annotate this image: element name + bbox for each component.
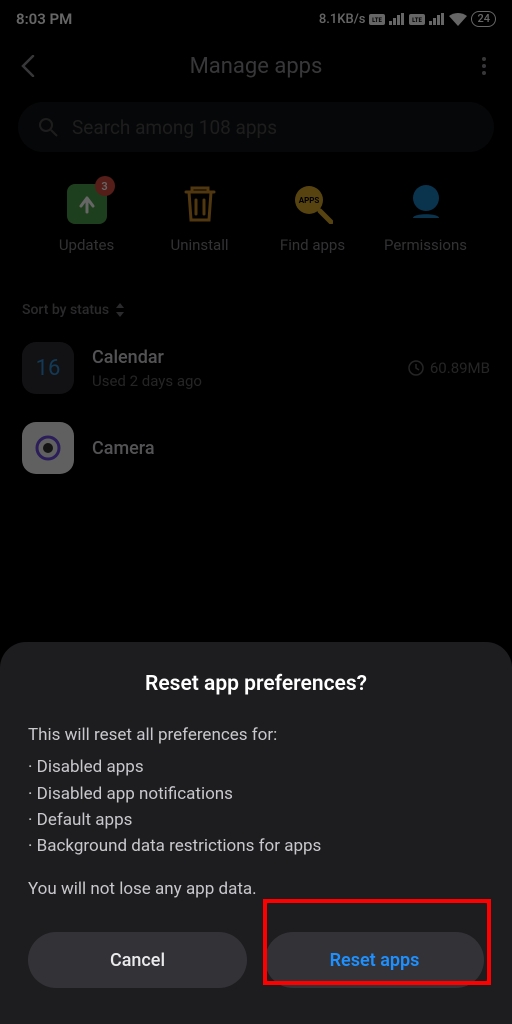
status-right: 8.1KB/s LTE LTE 24 (319, 11, 496, 27)
net-speed: 8.1KB/s (319, 12, 366, 27)
dialog-title: Reset app preferences? (28, 672, 484, 696)
reset-item: Default apps (28, 807, 484, 833)
reset-item: Background data restrictions for apps (28, 833, 484, 859)
sort-control[interactable]: Sort by status (0, 274, 512, 328)
search-icon (38, 117, 58, 137)
quick-action-row: 3 Updates Uninstall APPS Find apps Permi… (0, 152, 512, 274)
reset-item: Disabled app notifications (28, 781, 484, 807)
dialog-body: This will reset all preferences for: Dis… (28, 722, 484, 902)
wifi-icon (449, 13, 467, 26)
volte-icon: LTE (369, 14, 385, 25)
app-name: Calendar (92, 347, 390, 368)
camera-app-icon (22, 422, 74, 474)
uninstall-label: Uninstall (170, 236, 228, 254)
app-size: 60.89MB (408, 359, 490, 377)
find-apps-icon: APPS (291, 182, 335, 226)
status-time: 8:03 PM (16, 10, 72, 28)
permissions-label: Permissions (384, 236, 467, 254)
app-name: Camera (92, 438, 490, 459)
more-vert-icon (481, 56, 487, 76)
page-title: Manage apps (44, 54, 468, 79)
reset-apps-button[interactable]: Reset apps (265, 932, 484, 988)
app-subtitle: Used 2 days ago (92, 372, 390, 390)
volte-icon-2: LTE (409, 14, 425, 25)
updates-badge: 3 (95, 176, 115, 196)
header: Manage apps (0, 38, 512, 94)
sort-arrows-icon (115, 303, 125, 317)
clock-icon (408, 360, 424, 376)
signal-icon-2 (429, 13, 445, 25)
status-bar: 8:03 PM 8.1KB/s LTE LTE 24 (0, 0, 512, 38)
quick-find[interactable]: APPS Find apps (273, 182, 353, 254)
reset-item: Disabled apps (28, 754, 484, 780)
search-placeholder: Search among 108 apps (72, 116, 277, 139)
quick-permissions[interactable]: Permissions (386, 182, 466, 254)
signal-icon (389, 13, 405, 25)
sort-label: Sort by status (22, 302, 109, 318)
svg-text:APPS: APPS (298, 196, 319, 205)
chevron-left-icon (21, 55, 35, 77)
permissions-icon (404, 182, 448, 226)
more-button[interactable] (468, 56, 500, 76)
cancel-button[interactable]: Cancel (28, 932, 247, 988)
search-input[interactable]: Search among 108 apps (18, 102, 494, 152)
quick-uninstall[interactable]: Uninstall (160, 182, 240, 254)
dialog-outro: You will not lose any app data. (28, 876, 484, 902)
back-button[interactable] (12, 55, 44, 77)
dialog-intro: This will reset all preferences for: (28, 722, 484, 748)
find-label: Find apps (280, 236, 345, 254)
svg-text:LTE: LTE (413, 17, 423, 24)
quick-updates[interactable]: 3 Updates (47, 182, 127, 254)
trash-icon (178, 182, 222, 226)
calendar-app-icon: 16 (22, 342, 74, 394)
battery-indicator: 24 (471, 11, 496, 27)
updates-icon: 3 (65, 182, 109, 226)
app-row-camera[interactable]: Camera (0, 408, 512, 488)
dialog-reset-list: Disabled apps Disabled app notifications… (28, 754, 484, 859)
updates-label: Updates (59, 236, 114, 254)
app-row-calendar[interactable]: 16 Calendar Used 2 days ago 60.89MB (0, 328, 512, 408)
svg-text:LTE: LTE (373, 17, 383, 24)
reset-preferences-dialog: Reset app preferences? This will reset a… (0, 642, 512, 1024)
